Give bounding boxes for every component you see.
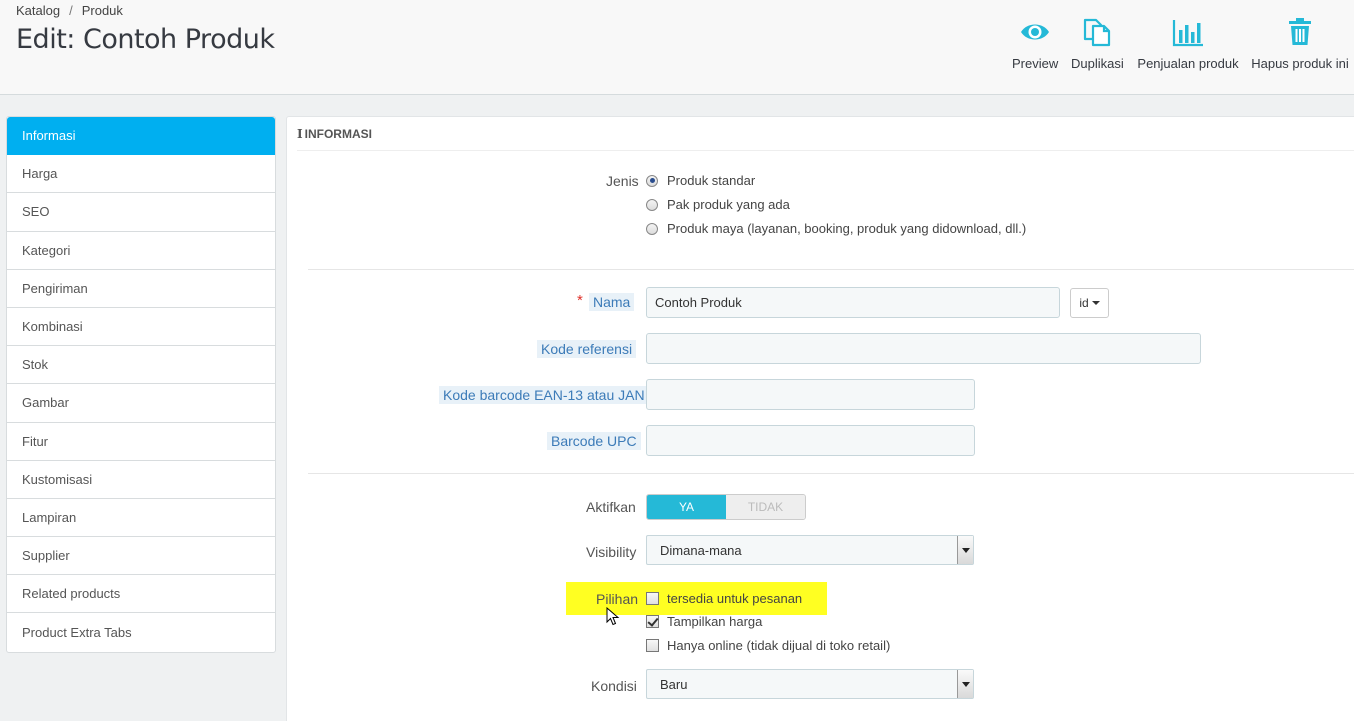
sidebar-item-label: Kombinasi	[22, 319, 83, 335]
delete-product-button[interactable]: Hapus produk ini	[1251, 16, 1349, 71]
sidebar-item-informasi[interactable]: Informasi	[7, 117, 275, 156]
eye-icon	[1021, 24, 1050, 40]
visibility-select[interactable]: Dimana-mana	[646, 535, 974, 565]
radio-label: Produk standar	[667, 173, 756, 188]
page-header: Katalog / Produk Edit: Contoh Produk Previ…	[0, 0, 1354, 95]
sidebar-item-fitur[interactable]: Fitur	[7, 423, 275, 461]
breadcrumb-catalog[interactable]: Katalog	[16, 3, 60, 18]
radio-button[interactable]	[646, 222, 658, 235]
upc-input[interactable]	[646, 425, 975, 456]
sidebar-item-label: Kustomisasi	[22, 471, 93, 487]
activate-toggle[interactable]: YA TIDAK	[646, 494, 806, 520]
activate-label: Aktifkan	[586, 499, 636, 515]
chevron-down-icon	[957, 670, 973, 698]
info-icon: i	[297, 126, 303, 141]
checkbox-label: Hanya online (tidak dijual di toko retai…	[667, 638, 891, 653]
visibility-label: Visibility	[586, 544, 637, 560]
ean13-input[interactable]	[646, 379, 975, 410]
sidebar-item-related-products[interactable]: Related products	[7, 575, 275, 614]
sidebar-item-lampiran[interactable]: Lampiran	[7, 499, 275, 538]
copy-icon	[1084, 18, 1111, 47]
radio-produk-maya[interactable]: Produk maya (layanan, booking, produk ya…	[646, 221, 1026, 236]
sidebar-item-label: Kategori	[22, 242, 71, 258]
sidebar-item-label: Informasi	[22, 128, 76, 144]
panel-heading-text: INFORMASI	[304, 126, 372, 141]
radio-button[interactable]	[646, 174, 658, 187]
toggle-yes-option[interactable]: YA	[647, 495, 726, 519]
sidebar-item-harga[interactable]: Harga	[7, 155, 275, 194]
required-asterisk: *	[577, 292, 583, 309]
checkbox[interactable]	[646, 639, 659, 652]
page-title: Edit: Contoh Produk	[16, 24, 275, 55]
duplicate-label: Duplikasi	[1071, 56, 1124, 71]
sidebar-item-label: Lampiran	[22, 509, 77, 525]
sidebar-item-gambar[interactable]: Gambar	[7, 384, 275, 423]
visibility-selected: Dimana-mana	[660, 542, 742, 558]
breadcrumb-separator: /	[69, 3, 73, 18]
checkbox-show-price[interactable]: Tampilkan harga	[646, 614, 762, 629]
upc-label: Barcode UPC	[547, 432, 641, 450]
reference-code-input[interactable]	[646, 333, 1201, 364]
sidebar-item-kategori[interactable]: Kategori	[7, 232, 275, 270]
radio-pak-produk[interactable]: Pak produk yang ada	[646, 197, 790, 212]
condition-selected: Baru	[660, 676, 688, 692]
ean13-label: Kode barcode EAN-13 atau JAN	[439, 386, 649, 404]
sidebar-item-label: Product Extra Tabs	[22, 625, 132, 641]
radio-button[interactable]	[646, 198, 658, 211]
sidebar-item-label: Harga	[22, 166, 58, 182]
radio-label: Produk maya (layanan, booking, produk ya…	[667, 221, 1027, 236]
panel-heading: i INFORMASI	[297, 117, 1354, 151]
sidebar-item-label: Related products	[22, 586, 121, 602]
radio-label: Pak produk yang ada	[667, 197, 790, 212]
duplicate-button[interactable]: Duplikasi	[1071, 16, 1124, 71]
breadcrumb-products[interactable]: Produk	[82, 3, 123, 18]
sidebar-item-label: Pengiriman	[22, 280, 88, 296]
checkbox[interactable]	[646, 592, 659, 605]
product-tabs-sidebar: Informasi Harga SEO Kategori Pengiriman …	[6, 116, 276, 653]
options-label: Pilihan	[596, 591, 639, 607]
section-divider	[308, 473, 1354, 474]
sidebar-item-label: Supplier	[22, 548, 70, 564]
sidebar-item-pengiriman[interactable]: Pengiriman	[7, 270, 275, 308]
sidebar-item-supplier[interactable]: Supplier	[7, 537, 275, 576]
information-panel: i INFORMASI Jenis Produk standar Pak pro…	[286, 116, 1354, 721]
checkbox-online-only[interactable]: Hanya online (tidak dijual di toko retai…	[646, 638, 890, 653]
jenis-label: Jenis	[606, 173, 639, 189]
delete-product-label: Hapus produk ini	[1251, 56, 1349, 71]
radio-produk-standar[interactable]: Produk standar	[646, 173, 755, 188]
bar-chart-icon	[1172, 20, 1203, 47]
condition-label: Kondisi	[591, 678, 637, 694]
nama-label: Nama	[589, 293, 635, 311]
trash-icon	[1289, 18, 1311, 45]
product-sales-button[interactable]: Penjualan produk	[1137, 16, 1239, 71]
preview-button[interactable]: Preview	[1012, 16, 1058, 71]
toggle-no-option[interactable]: TIDAK	[726, 495, 805, 519]
product-name-input[interactable]: Contoh Produk	[646, 287, 1060, 318]
language-dropdown[interactable]: id	[1070, 288, 1109, 318]
checkbox-label: tersedia untuk pesanan	[667, 591, 803, 606]
reference-code-label: Kode referensi	[537, 340, 637, 358]
chevron-down-icon	[957, 536, 973, 564]
caret-down-icon	[1091, 301, 1100, 305]
sidebar-item-product-extra-tabs[interactable]: Product Extra Tabs	[7, 613, 275, 651]
sidebar-item-label: Gambar	[22, 395, 69, 411]
preview-label: Preview	[1012, 56, 1059, 71]
sidebar-item-label: Stok	[22, 357, 49, 373]
sidebar-item-stok[interactable]: Stok	[7, 346, 275, 385]
checkbox[interactable]	[646, 615, 659, 628]
sidebar-item-seo[interactable]: SEO	[7, 193, 275, 232]
sidebar-item-label: SEO	[22, 204, 50, 220]
language-code: id	[1079, 296, 1089, 310]
breadcrumb: Katalog / Produk	[16, 3, 123, 18]
mouse-pointer-icon	[606, 607, 620, 626]
product-sales-label: Penjualan produk	[1137, 56, 1239, 71]
sidebar-item-label: Fitur	[22, 433, 48, 449]
sidebar-item-kombinasi[interactable]: Kombinasi	[7, 308, 275, 347]
sidebar-item-kustomisasi[interactable]: Kustomisasi	[7, 461, 275, 499]
checkbox-available-for-order[interactable]: tersedia untuk pesanan	[646, 591, 802, 606]
condition-select[interactable]: Baru	[646, 669, 974, 699]
section-divider	[308, 269, 1354, 270]
checkbox-label: Tampilkan harga	[667, 614, 763, 629]
